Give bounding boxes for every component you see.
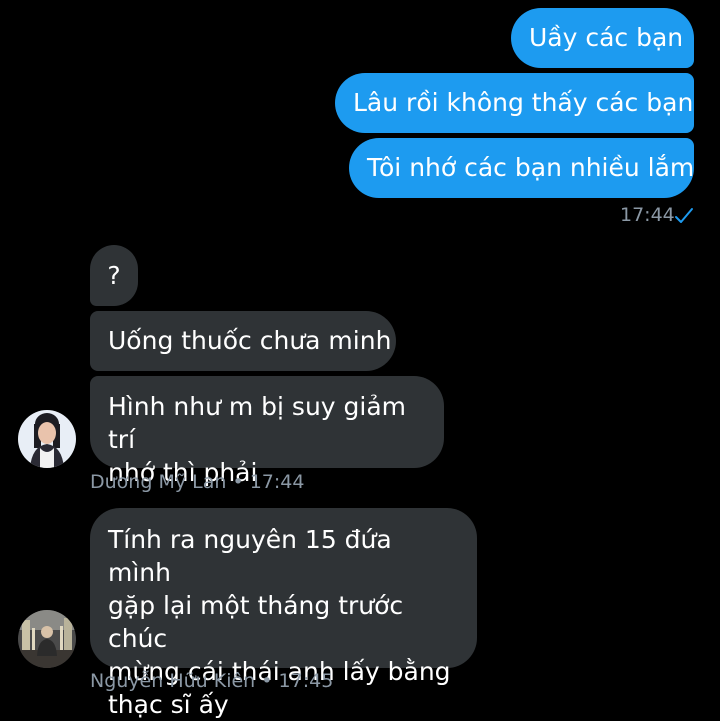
message-meta: Dương Mỹ Lan • 17:44: [90, 470, 304, 494]
check-icon: [674, 206, 694, 224]
incoming-message[interactable]: Hình như m bị suy giảm trí nhớ thì phải: [90, 376, 444, 487]
outgoing-timestamp: 17:44: [620, 204, 675, 226]
separator-dot: •: [261, 670, 273, 692]
message-meta: Nguyễn Hữu Kiên • 17:45: [90, 669, 333, 693]
sender-name[interactable]: Nguyễn Hữu Kiên: [90, 670, 255, 692]
incoming-message[interactable]: ?: [90, 245, 138, 306]
outgoing-message[interactable]: Uầy các bạn: [511, 8, 694, 68]
incoming-message[interactable]: Tính ra nguyên 15 đứa mình gặp lại một t…: [90, 508, 477, 719]
avatar[interactable]: [18, 410, 76, 468]
message-time: 17:45: [278, 670, 334, 692]
outgoing-message[interactable]: Lâu rồi không thấy các bạn: [335, 73, 694, 133]
sender-name[interactable]: Dương Mỹ Lan: [90, 471, 226, 493]
separator-dot: •: [232, 471, 244, 493]
outgoing-message[interactable]: Tôi nhớ các bạn nhiều lắm: [349, 138, 694, 198]
avatar[interactable]: [18, 610, 76, 668]
message-time: 17:44: [249, 471, 305, 493]
incoming-message[interactable]: Uống thuốc chưa minh: [90, 311, 396, 371]
